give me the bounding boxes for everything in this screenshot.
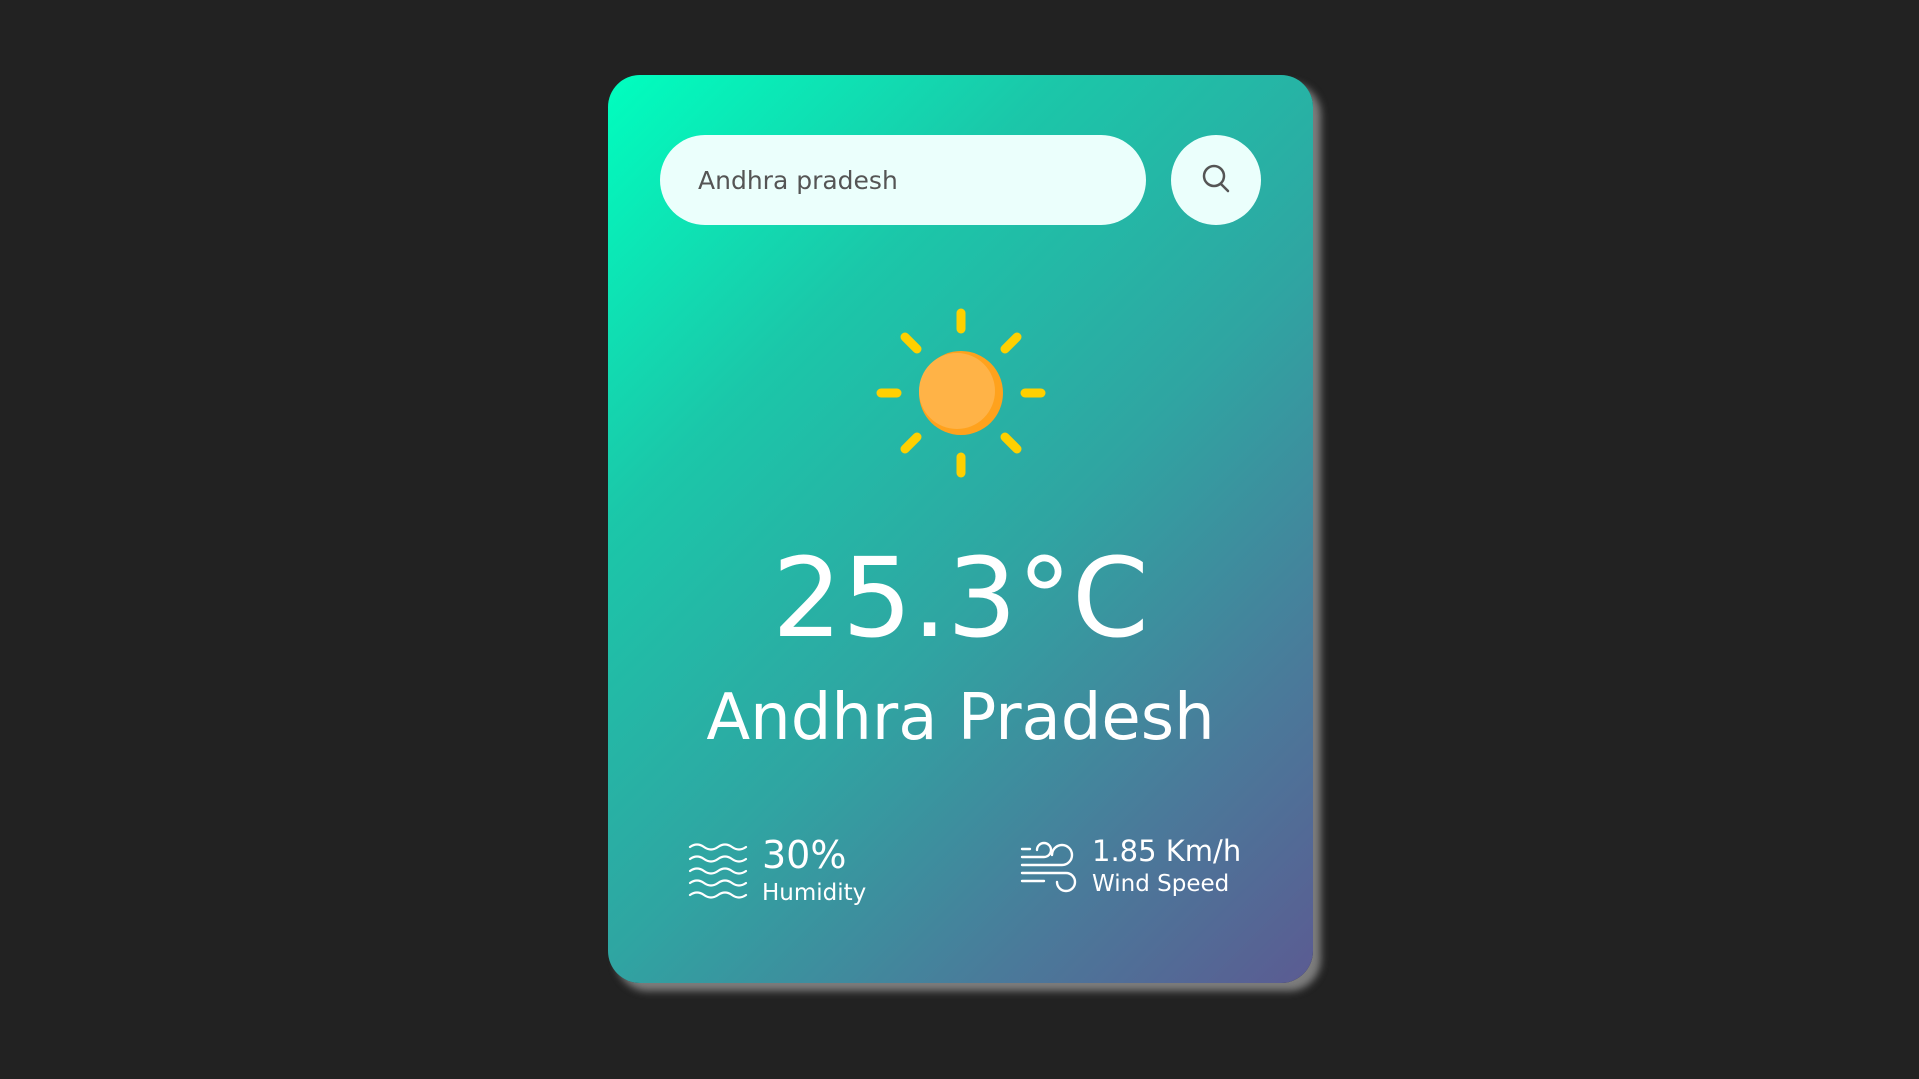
wind-value: 1.85 Km/h xyxy=(1092,833,1242,868)
wind-detail: 1.85 Km/h Wind Speed xyxy=(1018,835,1241,901)
temperature: 25.3°C xyxy=(772,534,1149,662)
search-button[interactable] xyxy=(1171,135,1261,225)
humidity-value: 30% xyxy=(762,833,847,877)
humidity-label: Humidity xyxy=(762,879,867,906)
humidity-waves-icon xyxy=(688,841,750,903)
search-input[interactable] xyxy=(660,135,1146,225)
wind-icon xyxy=(1018,835,1080,901)
city-name: Andhra Pradesh xyxy=(706,681,1215,755)
search-bar xyxy=(660,135,1261,225)
wind-label: Wind Speed xyxy=(1092,870,1230,897)
weather-card: 25.3°C Andhra Pradesh 30% Humidity xyxy=(608,75,1313,983)
humidity-detail: 30% Humidity xyxy=(688,833,867,909)
sun-icon xyxy=(875,307,1047,479)
search-icon xyxy=(1200,163,1232,198)
